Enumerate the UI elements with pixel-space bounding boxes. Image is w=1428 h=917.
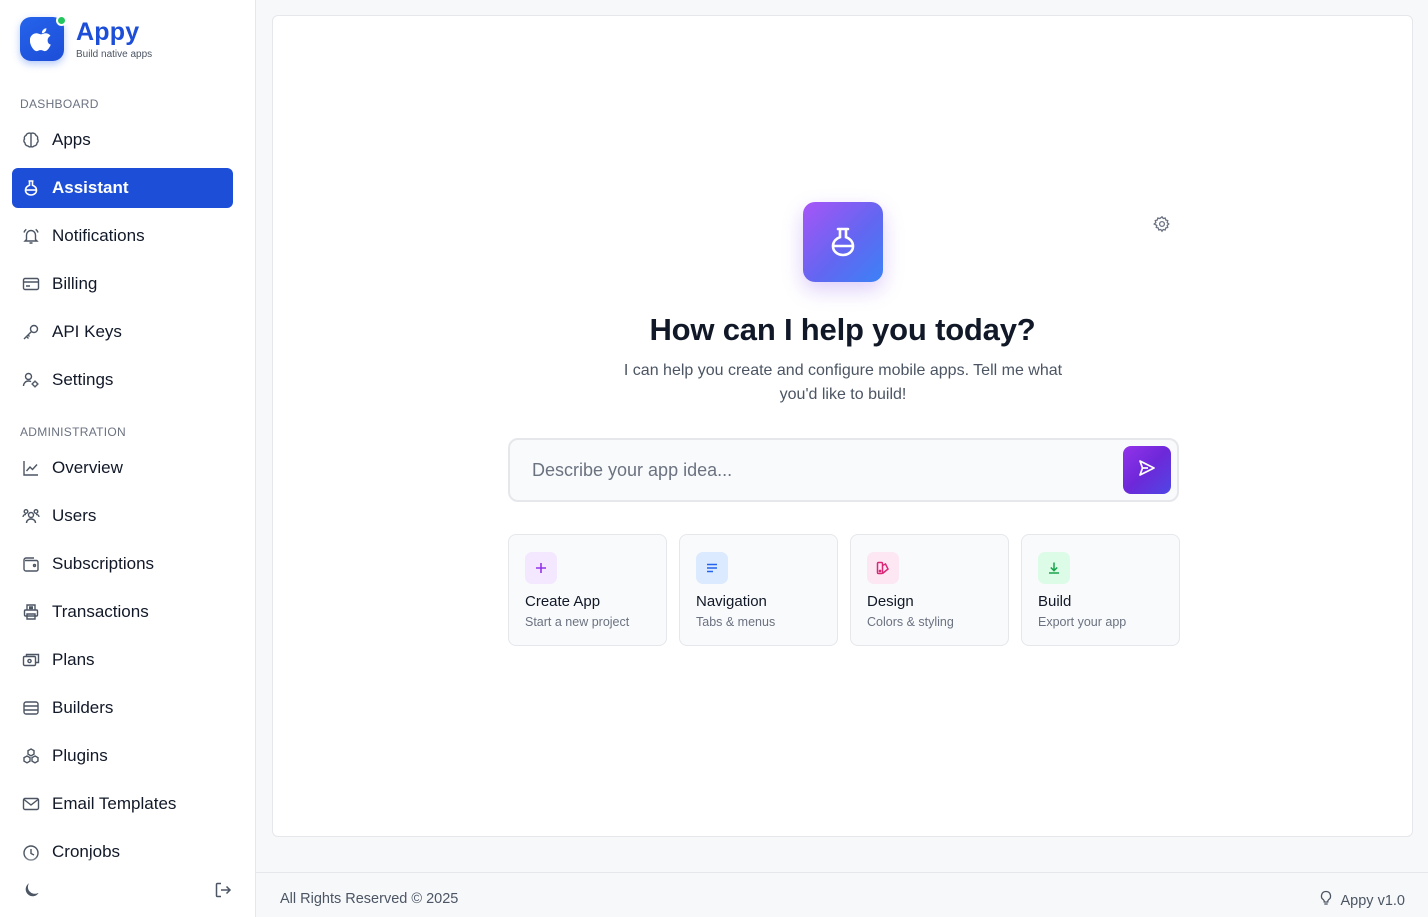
quick-action-subtitle: Start a new project: [525, 615, 630, 629]
app-idea-input[interactable]: [532, 440, 1112, 500]
bell-icon: [22, 227, 40, 245]
users-icon: [22, 507, 40, 525]
quick-action-create-app[interactable]: Create App Start a new project: [508, 534, 667, 646]
sidebar-item-label: Notifications: [52, 226, 145, 245]
credit-card-icon: [22, 275, 40, 293]
flask-icon: [22, 179, 40, 197]
online-status-dot: [56, 15, 67, 26]
quick-action-design[interactable]: Design Colors & styling: [850, 534, 1009, 646]
sidebar-scroll-fade: [0, 856, 255, 868]
sidebar-item-builders[interactable]: Builders: [12, 688, 233, 728]
sidebar-item-transactions[interactable]: Transactions: [12, 592, 233, 632]
sidebar-item-label: Transactions: [52, 602, 149, 621]
quick-action-navigation[interactable]: Navigation Tabs & menus: [679, 534, 838, 646]
copyright-text: All Rights Reserved © 2025: [280, 891, 459, 907]
send-icon: [1137, 458, 1157, 483]
sidebar-item-label: Plugins: [52, 746, 108, 765]
assistant-panel: How can I help you today? I can help you…: [272, 15, 1413, 837]
menu-lines-icon: [696, 552, 728, 584]
brand-tagline: Build native apps: [76, 49, 153, 60]
page-title: How can I help you today?: [649, 312, 1036, 347]
quick-action-title: Design: [867, 593, 914, 610]
moon-icon[interactable]: [22, 880, 42, 900]
quick-action-title: Build: [1038, 593, 1072, 610]
prompt-box: [508, 438, 1179, 502]
sidebar-item-overview[interactable]: Overview: [12, 448, 233, 488]
quick-action-build[interactable]: Build Export your app: [1021, 534, 1180, 646]
apple-logo-icon: [20, 15, 67, 61]
version-text: Appy v1.0: [1340, 892, 1406, 909]
quick-action-title: Navigation: [696, 593, 767, 610]
logout-icon[interactable]: [213, 880, 233, 900]
sidebar-item-notifications[interactable]: Notifications: [12, 216, 233, 256]
send-button[interactable]: [1123, 446, 1171, 494]
sidebar-item-label: Assistant: [52, 178, 129, 197]
wallet-icon: [22, 555, 40, 573]
sidebar-item-email-templates[interactable]: Email Templates: [12, 784, 233, 824]
sidebar-item-label: Apps: [52, 130, 91, 149]
page-subtitle: I can help you create and configure mobi…: [623, 362, 1063, 403]
gear-icon[interactable]: [1153, 215, 1171, 233]
sidebar-item-plans[interactable]: Plans: [12, 640, 233, 680]
sidebar-item-subscriptions[interactable]: Subscriptions: [12, 544, 233, 584]
quick-action-subtitle: Colors & styling: [867, 615, 954, 629]
sidebar: Appy Build native apps DASHBOARD Apps As…: [0, 0, 256, 917]
brand[interactable]: Appy Build native apps: [20, 15, 153, 61]
nav-section-dashboard: DASHBOARD: [20, 97, 99, 111]
stack-icon: [22, 699, 40, 717]
sidebar-item-label: Email Templates: [52, 794, 177, 813]
sidebar-item-label: Overview: [52, 458, 123, 477]
footer: All Rights Reserved © 2025 Appy v1.0: [256, 872, 1428, 917]
quick-action-subtitle: Tabs & menus: [696, 615, 776, 629]
lightbulb-icon: [1319, 890, 1333, 911]
sidebar-item-users[interactable]: Users: [12, 496, 233, 536]
palette-icon: [867, 552, 899, 584]
printer-icon: [22, 603, 40, 621]
sidebar-item-assistant[interactable]: Assistant: [12, 168, 233, 208]
user-settings-icon: [22, 371, 40, 389]
sidebar-item-label: API Keys: [52, 322, 122, 341]
quick-action-title: Create App: [525, 593, 601, 610]
sidebar-item-label: Users: [52, 506, 97, 525]
sidebar-item-label: Settings: [52, 370, 114, 389]
version-info: Appy v1.0: [1319, 890, 1406, 911]
chart-line-icon: [22, 459, 40, 477]
flask-icon: [803, 202, 883, 282]
sidebar-item-plugins[interactable]: Plugins: [12, 736, 233, 776]
sidebar-item-api-keys[interactable]: API Keys: [12, 312, 233, 352]
sidebar-item-settings[interactable]: Settings: [12, 360, 233, 400]
sidebar-item-label: Builders: [52, 698, 114, 717]
sidebar-item-label: Subscriptions: [52, 554, 155, 573]
plans-icon: [22, 651, 40, 669]
download-icon: [1038, 552, 1070, 584]
sidebar-item-billing[interactable]: Billing: [12, 264, 233, 304]
brain-icon: [22, 131, 40, 149]
key-icon: [22, 323, 40, 341]
sidebar-item-label: Plans: [52, 650, 95, 669]
boxes-icon: [22, 747, 40, 765]
brand-name: Appy: [76, 18, 140, 46]
plus-icon: [525, 552, 557, 584]
sidebar-item-label: Billing: [52, 274, 98, 293]
mail-icon: [22, 795, 40, 813]
nav-section-administration: ADMINISTRATION: [20, 425, 126, 439]
sidebar-item-apps[interactable]: Apps: [12, 120, 233, 160]
quick-action-subtitle: Export your app: [1038, 615, 1127, 629]
